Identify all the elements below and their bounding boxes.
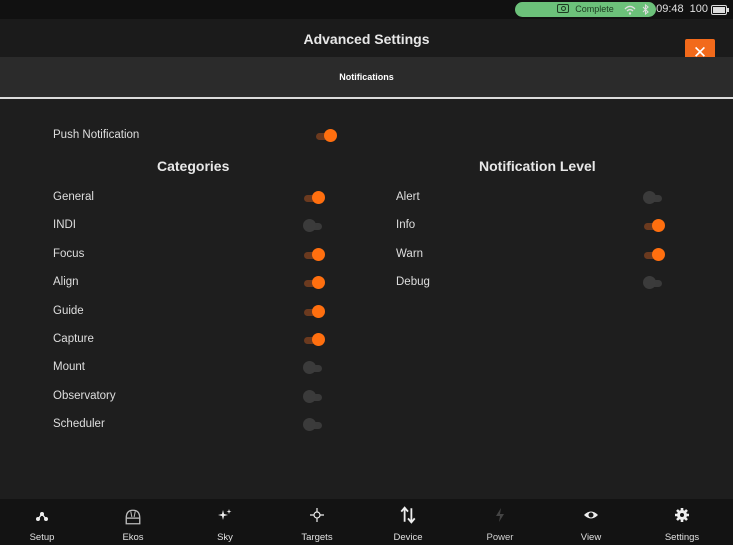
- nav-sky[interactable]: Sky: [185, 499, 265, 545]
- push-notification-toggle[interactable]: [316, 129, 337, 142]
- category-label-mount: Mount: [53, 361, 85, 374]
- view-icon: [584, 511, 598, 519]
- battery-icon: [711, 5, 729, 15]
- tab-bar: Notifications: [0, 57, 733, 99]
- device-icon: [400, 506, 416, 524]
- toggle-knob: [312, 333, 325, 346]
- category-label-indi: INDI: [53, 219, 76, 232]
- nav-label: View: [580, 532, 602, 543]
- level-toggle-warn[interactable]: [644, 247, 665, 261]
- wifi-icon: [624, 5, 636, 15]
- battery-level: 100: [689, 3, 708, 15]
- category-label-focus: Focus: [53, 247, 85, 260]
- nav-targets[interactable]: Targets: [277, 499, 357, 545]
- nav-label: Targets: [301, 532, 333, 543]
- nav-power[interactable]: Power: [460, 499, 540, 545]
- toggle-knob: [312, 304, 325, 318]
- toggle-knob: [652, 219, 665, 233]
- nav-view[interactable]: View: [551, 499, 631, 545]
- ekos-icon: [125, 509, 141, 525]
- targets-icon: [310, 508, 324, 522]
- tab-notifications[interactable]: Notifications: [0, 72, 733, 82]
- category-label-general: General: [53, 191, 94, 203]
- toggle-knob: [303, 219, 316, 233]
- nav-label: Power: [486, 532, 514, 543]
- nav-label: Ekos: [122, 532, 144, 543]
- level-label-debug: Debug: [396, 276, 430, 289]
- toggle-knob: [312, 191, 325, 204]
- toggle-knob: [303, 418, 316, 432]
- settings-panel: Push Notification Categories Notificatio…: [0, 99, 733, 499]
- page-title: Advanced Settings: [303, 31, 430, 47]
- category-toggle-mount[interactable]: [303, 361, 324, 375]
- setup-icon: [36, 512, 48, 521]
- nav-settings[interactable]: Settings: [642, 499, 722, 545]
- toggle-knob: [643, 276, 656, 290]
- category-label-guide: Guide: [53, 304, 84, 317]
- bluetooth-icon: [642, 4, 649, 15]
- category-label-scheduler: Scheduler: [53, 418, 105, 431]
- toggle-knob: [312, 247, 325, 261]
- push-notification-label: Push Notification: [53, 129, 140, 141]
- system-icons: 09:48 100: [624, 2, 708, 17]
- nav-label: Sky: [217, 532, 233, 543]
- clock: 09:48: [656, 3, 684, 15]
- status-pill-label: Complete: [575, 4, 614, 14]
- notification-level-heading: Notification Level: [479, 158, 596, 174]
- category-toggle-align[interactable]: [304, 276, 325, 290]
- level-label-info: Info: [396, 219, 416, 232]
- bottom-nav: Setup Ekos Sky Targets Device Power View…: [0, 499, 733, 545]
- category-label-capture: Capture: [53, 333, 94, 345]
- category-label-observatory: Observatory: [53, 389, 116, 402]
- category-toggle-scheduler[interactable]: [303, 418, 324, 432]
- level-label-alert: Alert: [396, 191, 420, 203]
- camera-icon: [557, 4, 570, 13]
- category-toggle-capture[interactable]: [304, 333, 325, 346]
- toggle-knob: [324, 129, 337, 142]
- level-label-warn: Warn: [396, 247, 424, 260]
- category-toggle-general[interactable]: [304, 191, 325, 204]
- level-toggle-alert[interactable]: [643, 191, 664, 204]
- nav-device[interactable]: Device: [368, 499, 448, 545]
- nav-label: Settings: [664, 532, 700, 543]
- nav-label: Setup: [29, 532, 55, 543]
- settings-icon: [675, 508, 689, 522]
- toggle-knob: [312, 276, 325, 290]
- category-toggle-guide[interactable]: [304, 304, 325, 318]
- level-toggle-debug[interactable]: [643, 276, 664, 290]
- title-bar: Advanced Settings ✕: [0, 19, 733, 67]
- category-toggle-indi[interactable]: [303, 219, 324, 233]
- toggle-knob: [652, 247, 665, 261]
- toggle-knob: [643, 191, 656, 204]
- category-toggle-focus[interactable]: [304, 247, 325, 261]
- nav-ekos[interactable]: Ekos: [93, 499, 173, 545]
- nav-setup[interactable]: Setup: [2, 499, 82, 545]
- toggle-knob: [303, 389, 316, 403]
- status-bar: Complete 09:48 100: [0, 0, 733, 19]
- nav-label: Device: [393, 532, 423, 543]
- power-icon: [496, 508, 504, 522]
- toggle-knob: [303, 361, 316, 375]
- categories-heading: Categories: [157, 158, 230, 174]
- category-toggle-observatory[interactable]: [303, 389, 324, 403]
- level-toggle-info[interactable]: [644, 219, 665, 233]
- category-label-align: Align: [53, 276, 79, 289]
- sky-icon: [218, 509, 232, 520]
